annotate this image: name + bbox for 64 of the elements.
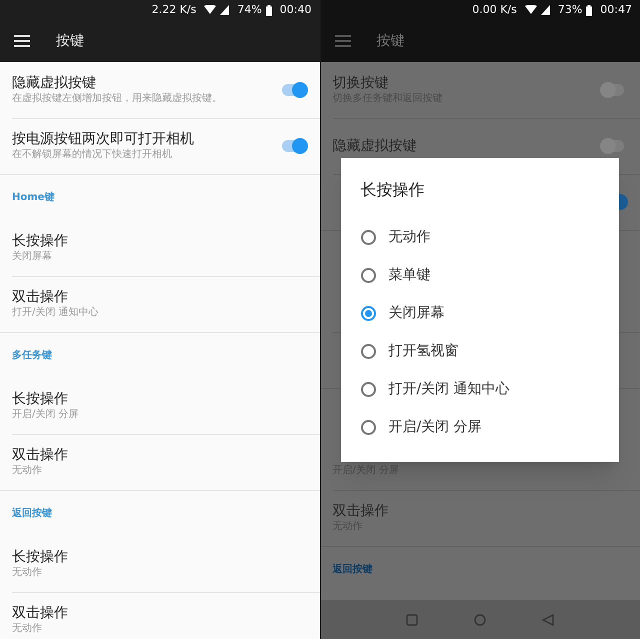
battery-icon <box>266 4 272 16</box>
signal-icon <box>220 5 230 15</box>
radio-button[interactable] <box>360 306 376 320</box>
radio-button[interactable] <box>360 420 376 434</box>
setting-title: 长按操作 <box>12 232 68 250</box>
setting-title: 长按操作 <box>12 548 68 566</box>
menu-icon[interactable] <box>14 35 30 47</box>
radio-button[interactable] <box>360 382 376 396</box>
option-label[interactable]: 打开氢视窗 <box>388 340 458 362</box>
back-icon[interactable] <box>542 614 554 626</box>
settings-item[interactable]: 双击操作 打开/关闭 通知中心 <box>0 276 320 332</box>
settings-item[interactable]: 长按操作 无动作 <box>0 536 320 592</box>
option-label[interactable]: 关闭屏幕 <box>388 302 444 324</box>
toggle-switch[interactable] <box>602 84 624 96</box>
settings-item[interactable]: 双击操作 无动作 <box>0 434 320 490</box>
setting-title: 长按操作 <box>12 390 68 408</box>
setting-title: 双击操作 <box>12 604 68 622</box>
setting-description: 关闭屏幕 <box>12 250 52 264</box>
network-speed: 0.00 K/s <box>472 2 517 18</box>
wifi-icon <box>204 5 216 15</box>
radio-button[interactable] <box>360 268 376 282</box>
setting-description: 无动作 <box>12 464 42 478</box>
clock: 00:47 <box>600 2 632 18</box>
setting-title: 隐藏虚拟按键 <box>12 74 96 92</box>
setting-title: 双击操作 <box>12 446 68 464</box>
page-title: 按键 <box>56 32 84 50</box>
option-label[interactable]: 开启/关闭 分屏 <box>388 416 482 438</box>
option-label[interactable]: 无动作 <box>388 226 430 248</box>
recent-apps-icon[interactable] <box>406 614 418 626</box>
section-header: 返回按键 <box>12 506 52 521</box>
settings-item[interactable]: 双击操作 无动作 <box>0 592 320 639</box>
option-label[interactable]: 打开/关闭 通知中心 <box>388 378 510 400</box>
setting-title: 隐藏虚拟按键 <box>332 137 416 155</box>
settings-item[interactable]: 按电源按钮两次即可打开相机 在不解锁屏幕的情况下快速打开相机 <box>0 118 320 174</box>
clock: 00:40 <box>280 2 312 18</box>
battery-percent: 74% <box>237 2 262 18</box>
settings-item[interactable]: 长按操作 开启/关闭 分屏 <box>0 378 320 434</box>
setting-title: 按电源按钮两次即可打开相机 <box>12 130 194 148</box>
section-header: Home键 <box>12 190 54 205</box>
dialog-title: 长按操作 <box>360 179 426 201</box>
setting-description: 开启/关闭 分屏 <box>12 408 79 422</box>
option-label[interactable]: 菜单键 <box>388 264 430 286</box>
page-title: 按键 <box>376 32 404 50</box>
section-header: 返回按键 <box>332 562 372 577</box>
setting-title: 切换按键 <box>332 74 388 92</box>
radio-button[interactable] <box>360 344 376 358</box>
setting-description: 无动作 <box>12 566 42 580</box>
setting-description: 打开/关闭 通知中心 <box>12 306 99 320</box>
battery-percent: 73% <box>558 2 582 18</box>
battery-icon <box>586 4 592 16</box>
radio-button[interactable] <box>360 230 376 244</box>
section-header: 多任务键 <box>12 348 52 363</box>
network-speed: 2.22 K/s <box>152 2 196 18</box>
setting-description: 在不解锁屏幕的情况下快速打开相机 <box>12 148 172 162</box>
home-icon[interactable] <box>474 614 486 626</box>
settings-item[interactable]: 长按操作 关闭屏幕 <box>0 220 320 276</box>
setting-title: 双击操作 <box>12 288 68 306</box>
setting-description: 在虚拟按键左侧增加按钮，用来隐藏虚拟按键。 <box>12 92 222 106</box>
settings-item[interactable]: 隐藏虚拟按键 在虚拟按键左侧增加按钮，用来隐藏虚拟按键。 <box>0 62 320 118</box>
toggle-switch[interactable] <box>602 140 624 152</box>
wifi-icon <box>524 5 537 15</box>
setting-description: 无动作 <box>12 622 42 636</box>
signal-icon <box>540 5 550 15</box>
setting-title: 双击操作 <box>332 502 388 520</box>
